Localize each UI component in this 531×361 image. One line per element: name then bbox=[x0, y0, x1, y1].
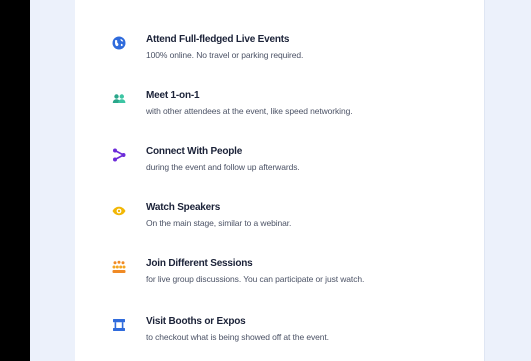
left-side-panel bbox=[30, 0, 75, 361]
feature-title: Watch Speakers bbox=[146, 202, 221, 213]
feature-description: during the event and follow up afterward… bbox=[146, 162, 300, 172]
booth-icon bbox=[112, 318, 126, 332]
feature-visit-booths: Visit Booths or Expos to checkout what i… bbox=[75, 316, 484, 356]
feature-description: for live group discussions. You can part… bbox=[146, 274, 365, 284]
feature-connect-with-people: Connect With People during the event and… bbox=[75, 146, 484, 186]
feature-title: Join Different Sessions bbox=[146, 258, 253, 269]
feature-meet-1-on-1: Meet 1-on-1 with other attendees at the … bbox=[75, 90, 484, 130]
feature-description: to checkout what is being showed off at … bbox=[146, 332, 329, 342]
feature-join-sessions: Join Different Sessions for live group d… bbox=[75, 258, 484, 298]
feature-description: with other attendees at the event, like … bbox=[146, 106, 353, 116]
group-icon bbox=[112, 260, 126, 274]
feature-title: Visit Booths or Expos bbox=[146, 316, 246, 327]
left-dark-margin bbox=[0, 0, 30, 361]
feature-description: On the main stage, similar to a webinar. bbox=[146, 218, 292, 228]
feature-watch-speakers: Watch Speakers On the main stage, simila… bbox=[75, 202, 484, 242]
feature-title: Meet 1-on-1 bbox=[146, 90, 200, 101]
people-icon bbox=[112, 92, 126, 106]
eye-icon bbox=[112, 204, 126, 218]
globe-icon bbox=[112, 36, 126, 50]
features-card: Attend Full-fledged Live Events 100% onl… bbox=[75, 0, 484, 361]
feature-title: Connect With People bbox=[146, 146, 243, 157]
feature-description: 100% online. No travel or parking requir… bbox=[146, 50, 304, 60]
feature-title: Attend Full-fledged Live Events bbox=[146, 34, 290, 45]
connect-icon bbox=[112, 148, 126, 162]
right-side-panel bbox=[484, 0, 531, 361]
feature-attend-live-events: Attend Full-fledged Live Events 100% onl… bbox=[75, 34, 484, 74]
